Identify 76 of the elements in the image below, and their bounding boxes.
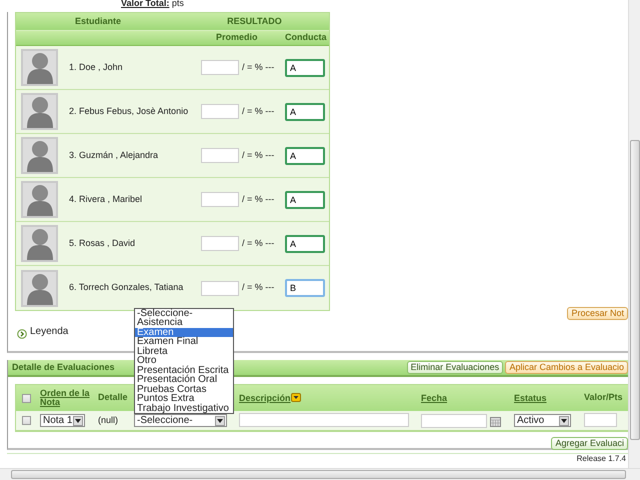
release-text: Release 1.7.4 bbox=[576, 454, 626, 463]
column-sort-link[interactable]: Descripción bbox=[239, 394, 291, 402]
column-header: Detalle bbox=[98, 392, 128, 402]
horizontal-scrollbar[interactable] bbox=[0, 468, 640, 480]
scrollbar-thumb[interactable] bbox=[630, 140, 640, 440]
column-header: Conducta bbox=[285, 31, 326, 44]
legend-link[interactable]: Leyenda bbox=[30, 324, 68, 339]
section-title: Detalle de Evaluaciones bbox=[12, 360, 115, 374]
select-all-checkbox[interactable] bbox=[22, 394, 31, 402]
column-sort-link[interactable]: Orden de la Nota bbox=[40, 389, 98, 407]
average-field[interactable] bbox=[201, 280, 239, 296]
caret-icon bbox=[559, 416, 569, 426]
add-button[interactable]: Agregar Evaluaci bbox=[551, 437, 628, 450]
column-sort-link[interactable]: Estatus bbox=[514, 394, 584, 402]
average-field[interactable] bbox=[201, 148, 239, 163]
avatar-placeholder bbox=[21, 225, 58, 262]
student-name: 1. Doe , John bbox=[69, 60, 124, 74]
grade-formula: / = % --- bbox=[242, 281, 276, 294]
conduct-field[interactable]: A bbox=[285, 58, 325, 76]
average-field[interactable] bbox=[201, 236, 239, 251]
dropdown-option[interactable]: Puntos Extra bbox=[135, 394, 233, 404]
delete-button[interactable]: Eliminar Evaluaciones bbox=[406, 361, 504, 374]
column-header: Valor/Pts bbox=[584, 392, 623, 402]
caret-icon bbox=[73, 416, 83, 426]
description-field[interactable] bbox=[239, 413, 409, 428]
dropdown-option[interactable]: Otro bbox=[135, 356, 233, 366]
dropdown-option[interactable]: Presentación Oral bbox=[135, 375, 233, 384]
calendar-icon[interactable] bbox=[490, 415, 501, 426]
dropdown-select[interactable]: -Seleccione- bbox=[134, 414, 227, 427]
student-name: 4. Rivera , Maribel bbox=[69, 192, 144, 206]
average-field[interactable] bbox=[201, 60, 239, 75]
dropdown-option[interactable]: Examen bbox=[135, 328, 233, 337]
avatar-placeholder bbox=[21, 49, 58, 86]
dropdown-option[interactable]: -Seleccione- bbox=[135, 308, 233, 318]
scrollbar-thumb[interactable] bbox=[11, 470, 626, 479]
student-name: 6. Torrech Gonzales, Tatiana bbox=[69, 281, 184, 294]
avatar-placeholder bbox=[21, 181, 58, 218]
conduct-field[interactable]: A bbox=[285, 234, 325, 252]
student-name: 3. Guzmán , Alejandra bbox=[69, 148, 160, 162]
student-name: 2. Febus Febus, Josè Antonio bbox=[69, 104, 190, 118]
grade-formula: / = % --- bbox=[242, 192, 276, 206]
conduct-field[interactable]: A bbox=[285, 102, 325, 120]
average-field[interactable] bbox=[201, 104, 239, 119]
student-name: 5. Rosas , David bbox=[69, 236, 136, 250]
dropdown-select[interactable]: Nota 1 bbox=[40, 414, 85, 427]
process-button[interactable]: Procesar Not bbox=[567, 307, 628, 320]
filter-icon[interactable] bbox=[290, 391, 301, 405]
dropdown-option[interactable]: Libreta bbox=[135, 346, 233, 356]
dropdown-option[interactable]: Presentación Escrita bbox=[135, 366, 233, 375]
conduct-field[interactable]: A bbox=[285, 190, 325, 208]
grade-formula: / = % --- bbox=[242, 104, 276, 118]
row-checkbox[interactable] bbox=[22, 416, 31, 425]
total-unit: pts bbox=[172, 0, 184, 8]
dropdown-select[interactable]: Activo bbox=[514, 414, 571, 427]
avatar-placeholder bbox=[21, 93, 58, 130]
detail-text: (null) bbox=[98, 414, 118, 425]
grade-formula: / = % --- bbox=[242, 236, 276, 250]
column-header: Estudiante bbox=[74, 14, 122, 28]
conduct-field[interactable]: A bbox=[285, 146, 325, 164]
avatar-placeholder bbox=[21, 270, 58, 306]
dropdown-option[interactable]: Pruebas Cortas bbox=[135, 384, 233, 394]
dropdown-option[interactable]: Asistencia bbox=[135, 318, 233, 328]
dropdown-option[interactable]: Trabajo Investigativo bbox=[135, 404, 233, 413]
value-field[interactable] bbox=[584, 413, 617, 428]
column-header: Promedio bbox=[216, 31, 259, 44]
average-field[interactable] bbox=[201, 192, 239, 207]
caret-icon bbox=[215, 416, 225, 426]
dropdown-option[interactable]: Examen Final bbox=[135, 337, 233, 346]
column-header: RESULTADO bbox=[226, 14, 283, 28]
vertical-scrollbar[interactable] bbox=[628, 0, 640, 468]
avatar-placeholder bbox=[21, 137, 58, 174]
column-sort-link[interactable]: Fecha bbox=[421, 394, 514, 402]
date-field[interactable] bbox=[421, 414, 487, 428]
grade-formula: / = % --- bbox=[242, 148, 276, 162]
grade-formula: / = % --- bbox=[242, 60, 276, 74]
conduct-field[interactable]: B bbox=[285, 279, 325, 297]
